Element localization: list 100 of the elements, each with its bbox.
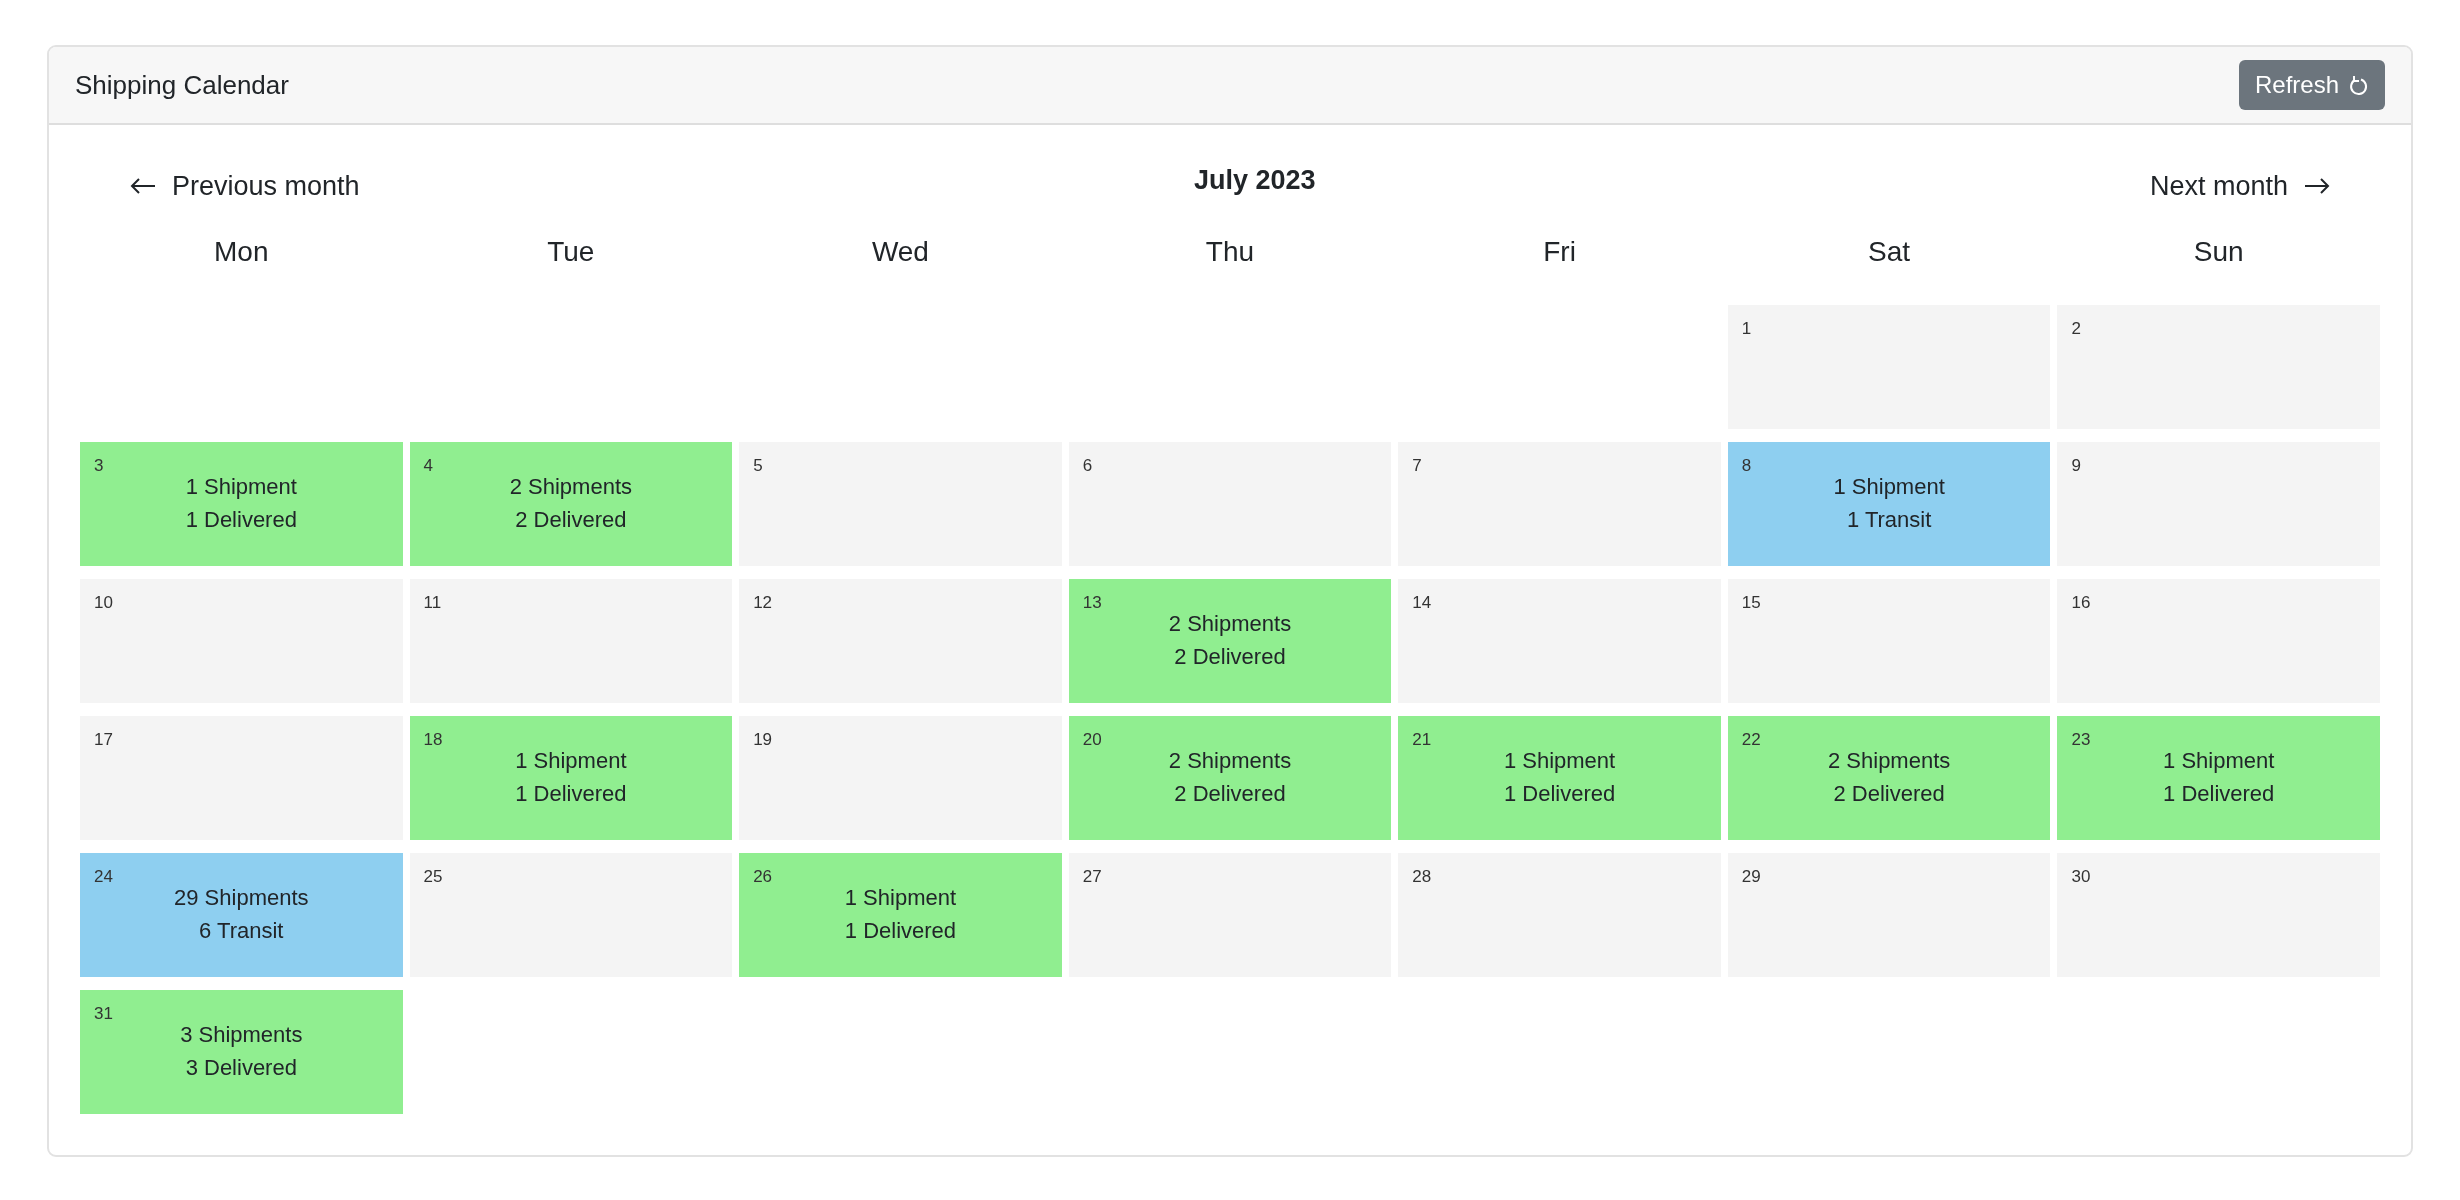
day-cell[interactable]: 29 (1727, 853, 2051, 977)
day-cell[interactable]: 18 1 Shipment 1 Delivered (409, 716, 733, 840)
day-number: 24 (94, 867, 113, 887)
shipment-summary: 2 Shipments (1168, 610, 1292, 638)
day-number: 26 (753, 867, 773, 887)
day-cell[interactable]: 26 1 Shipment 1 Delivered (739, 853, 1062, 977)
refresh-button[interactable]: Refresh (2238, 60, 2385, 110)
day-number: 17 (94, 730, 113, 750)
day-number: 7 (1412, 456, 1422, 476)
day-cell[interactable]: 2 (2057, 305, 2380, 429)
day-cell[interactable]: 8 1 Shipment 1 Transit (1727, 442, 2051, 566)
weekday-label: Sat (1868, 235, 1911, 269)
shipment-summary: 1 Transit (1846, 506, 1932, 534)
day-cell[interactable]: 30 (2057, 853, 2380, 977)
shipment-summary: 1 Shipment (515, 747, 627, 775)
weekday-label: Thu (1205, 235, 1255, 269)
day-cell[interactable]: 4 2 Shipments 2 Delivered (409, 442, 733, 566)
weekday-label: Mon (214, 235, 269, 269)
day-cell[interactable]: 10 (80, 579, 403, 703)
day-number: 23 (2071, 730, 2091, 750)
day-number: 6 (1082, 456, 1093, 476)
day-cell[interactable]: 25 (409, 853, 733, 977)
weekday-label: Wed (871, 235, 929, 269)
shipment-summary: 2 Delivered (1174, 780, 1286, 808)
shipment-summary: 2 Delivered (515, 506, 627, 534)
weekday-label: Fri (1543, 235, 1576, 269)
day-cell[interactable]: 23 1 Shipment 1 Delivered (2057, 716, 2380, 840)
day-cell[interactable]: 21 1 Shipment 1 Delivered (1398, 716, 1721, 840)
day-cell[interactable]: 6 (1068, 442, 1392, 566)
day-cell[interactable]: 14 (1398, 579, 1721, 703)
shipment-summary: 2 Delivered (1174, 643, 1286, 671)
shipment-summary: 6 Transit (199, 917, 284, 945)
refresh-icon (2349, 74, 2369, 96)
day-cell[interactable]: 16 (2057, 579, 2380, 703)
day-number: 28 (1412, 867, 1432, 887)
shipment-summary: 1 Delivered (1503, 780, 1616, 808)
previous-month-link[interactable]: Previous month (130, 170, 360, 202)
shipment-summary: 3 Shipments (180, 1021, 303, 1049)
shipment-summary: 1 Shipment (1503, 747, 1616, 775)
day-cell[interactable]: 20 2 Shipments 2 Delivered (1068, 716, 1392, 840)
day-number: 20 (1082, 730, 1102, 750)
card-title: Shipping Calendar (75, 69, 289, 101)
weekday-label: Sun (2193, 235, 2244, 269)
shipment-summary: 1 Delivered (844, 917, 957, 945)
arrow-left-icon (130, 177, 156, 195)
day-number: 9 (2071, 456, 2081, 476)
day-number: 31 (94, 1004, 113, 1024)
day-number: 22 (1741, 730, 1761, 750)
day-number: 29 (1741, 867, 1761, 887)
shipment-summary: 1 Shipment (185, 473, 297, 501)
day-cell[interactable]: 1 (1727, 305, 2051, 429)
day-number: 21 (1412, 730, 1432, 750)
day-cell[interactable]: 28 (1398, 853, 1721, 977)
day-cell[interactable]: 15 (1727, 579, 2051, 703)
day-cell[interactable]: 11 (409, 579, 733, 703)
day-number: 8 (1741, 456, 1752, 476)
day-cell[interactable]: 24 29 Shipments 6 Transit (80, 853, 403, 977)
day-number: 14 (1412, 593, 1432, 613)
day-cell[interactable]: 5 (739, 442, 1062, 566)
shipment-summary: 1 Delivered (2163, 780, 2275, 808)
day-number: 1 (1741, 319, 1752, 339)
day-cell[interactable]: 9 (2057, 442, 2380, 566)
shipment-summary: 1 Delivered (185, 506, 297, 534)
day-cell[interactable]: 13 2 Shipments 2 Delivered (1068, 579, 1392, 703)
day-number: 30 (2071, 867, 2091, 887)
weekday-label: Tue (547, 235, 595, 269)
shipment-summary: 2 Delivered (1833, 780, 1945, 808)
shipment-summary: 3 Delivered (185, 1054, 297, 1082)
day-cell[interactable]: 17 (80, 716, 403, 840)
day-number: 5 (753, 456, 763, 476)
shipment-summary: 1 Shipment (844, 884, 957, 912)
day-number: 25 (423, 867, 443, 887)
day-number: 27 (1082, 867, 1102, 887)
day-cell[interactable]: 31 3 Shipments 3 Delivered (80, 990, 403, 1114)
day-number: 15 (1741, 593, 1761, 613)
shipment-summary: 1 Delivered (515, 780, 627, 808)
shipment-summary: 2 Shipments (509, 473, 632, 501)
day-number: 4 (423, 456, 434, 476)
day-number: 16 (2071, 593, 2091, 613)
shipment-summary: 2 Shipments (1828, 747, 1951, 775)
day-number: 12 (753, 593, 773, 613)
day-cell[interactable]: 27 (1068, 853, 1392, 977)
shipment-summary: 29 Shipments (174, 884, 309, 912)
day-number: 3 (94, 456, 104, 476)
day-number: 19 (753, 730, 773, 750)
day-cell[interactable]: 22 2 Shipments 2 Delivered (1727, 716, 2051, 840)
day-number: 13 (1082, 593, 1102, 613)
shipment-summary: 1 Shipment (2163, 747, 2275, 775)
shipment-summary: 2 Shipments (1168, 747, 1292, 775)
day-cell[interactable]: 12 (739, 579, 1062, 703)
day-number: 18 (423, 730, 443, 750)
day-cell[interactable]: 7 (1398, 442, 1721, 566)
day-number: 10 (94, 593, 113, 613)
day-cell[interactable]: 19 (739, 716, 1062, 840)
month-title: July 2023 (1193, 164, 1316, 196)
day-cell[interactable]: 3 1 Shipment 1 Delivered (80, 442, 403, 566)
next-month-link[interactable]: Next month (2149, 170, 2330, 202)
day-number: 2 (2071, 319, 2081, 339)
day-number: 11 (423, 593, 442, 613)
shipment-summary: 1 Shipment (1833, 473, 1945, 501)
